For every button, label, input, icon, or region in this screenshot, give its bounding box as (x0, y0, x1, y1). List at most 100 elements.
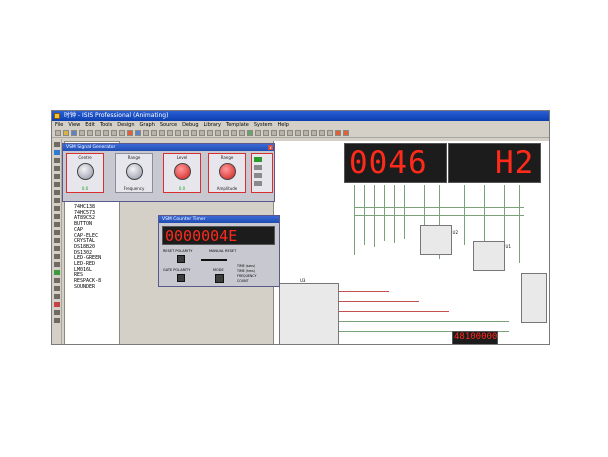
waveform-triangle-icon[interactable] (254, 173, 262, 178)
new-sheet-icon[interactable] (303, 130, 309, 136)
menu-debug[interactable]: Debug (182, 121, 198, 129)
list-item[interactable]: SOUNDER (74, 284, 101, 291)
waveform-sawtooth-icon[interactable] (254, 165, 262, 170)
grid-icon[interactable] (119, 130, 125, 136)
mode-button[interactable] (215, 274, 224, 283)
print-icon[interactable] (95, 130, 101, 136)
cut-icon[interactable] (191, 130, 197, 136)
menu-system[interactable]: System (254, 121, 273, 129)
waveform-sine-icon[interactable] (254, 181, 262, 186)
waveform-square-icon[interactable] (254, 157, 262, 162)
exit-parent-icon[interactable] (319, 130, 325, 136)
redo-icon[interactable] (183, 130, 189, 136)
electrical-rule-check-icon[interactable] (335, 130, 341, 136)
menu-tools[interactable]: Tools (100, 121, 112, 129)
block-delete-icon[interactable] (239, 130, 245, 136)
device-pin-icon[interactable] (54, 206, 60, 211)
symbol-icon[interactable] (54, 310, 60, 315)
undo-icon[interactable] (175, 130, 181, 136)
component-mode-icon[interactable] (54, 150, 60, 155)
virtual-instrument-icon[interactable] (54, 254, 60, 259)
amplitude-range-knob[interactable] (219, 163, 236, 180)
area-icon[interactable] (103, 130, 109, 136)
mode-option[interactable]: TIME (secs) (237, 264, 255, 268)
wire-autorouter-icon[interactable] (279, 130, 285, 136)
import-icon[interactable] (79, 130, 85, 136)
marker-icon[interactable] (54, 318, 60, 323)
graph-icon[interactable] (54, 214, 60, 219)
arc-icon[interactable] (54, 286, 60, 291)
bill-of-materials-icon[interactable] (327, 130, 333, 136)
menu-library[interactable]: Library (204, 121, 221, 129)
export-icon[interactable] (87, 130, 93, 136)
menu-view[interactable]: View (68, 121, 80, 129)
gate-polarity-toggle[interactable] (177, 274, 185, 282)
current-probe-icon[interactable] (54, 246, 60, 251)
pan-icon[interactable] (135, 130, 141, 136)
property-tool-icon[interactable] (295, 130, 301, 136)
voltage-probe-icon[interactable] (54, 238, 60, 243)
paste-icon[interactable] (207, 130, 213, 136)
netlist-ares-icon[interactable] (343, 130, 349, 136)
mode-option[interactable]: TIME (hms) (237, 269, 255, 273)
counter-display: 0000004E (162, 226, 275, 245)
counter-timer-window[interactable]: VSM Counter Timer 0000004E RESET POLARIT… (158, 215, 280, 287)
path-icon[interactable] (54, 294, 60, 299)
generator-icon[interactable] (54, 230, 60, 235)
text-script-icon[interactable] (54, 174, 60, 179)
remove-sheet-icon[interactable] (311, 130, 317, 136)
menu-source[interactable]: Source (160, 121, 177, 129)
junction-icon[interactable] (54, 158, 60, 163)
amplitude-level-knob[interactable] (174, 163, 191, 180)
menu-file[interactable]: File (55, 121, 63, 129)
zoom-in-icon[interactable] (143, 130, 149, 136)
tape-recorder-icon[interactable] (54, 222, 60, 227)
origin-icon[interactable] (127, 130, 133, 136)
block-copy-icon[interactable] (215, 130, 221, 136)
search-icon[interactable] (287, 130, 293, 136)
zoom-out-icon[interactable] (151, 130, 157, 136)
frequency-range-knob[interactable] (126, 163, 143, 180)
block-move-icon[interactable] (223, 130, 229, 136)
refresh-icon[interactable] (111, 130, 117, 136)
terminal-icon[interactable] (54, 198, 60, 203)
chip-u1[interactable]: U1 (473, 241, 511, 271)
knob-caption: Level (176, 155, 188, 160)
new-file-icon[interactable] (55, 130, 61, 136)
mode-option[interactable]: FREQUENCY (237, 274, 256, 278)
box-icon[interactable] (54, 270, 60, 275)
schematic-canvas[interactable]: 0046 H2 U2 U1 U3 48100000 (273, 141, 549, 344)
chip-u2[interactable]: U2 (420, 225, 458, 255)
chip-right[interactable] (521, 273, 547, 323)
reset-polarity-toggle[interactable] (177, 255, 185, 263)
knob-panel-range: Range Frequency (115, 153, 153, 193)
menu-edit[interactable]: Edit (85, 121, 95, 129)
signal-generator-window[interactable]: VSM Signal Generator x Centre 0.0 Range … (62, 143, 275, 202)
text-icon[interactable] (54, 302, 60, 307)
line-icon[interactable] (54, 262, 60, 267)
mode-option[interactable]: COUNT (237, 279, 248, 283)
pick-device-icon[interactable] (247, 130, 253, 136)
package-icon[interactable] (263, 130, 269, 136)
chip-u3[interactable]: U3 (279, 278, 339, 344)
save-icon[interactable] (71, 130, 77, 136)
select-mode-icon[interactable] (54, 142, 60, 147)
close-icon[interactable]: x (268, 145, 273, 150)
zoom-all-icon[interactable] (159, 130, 165, 136)
zoom-area-icon[interactable] (167, 130, 173, 136)
menu-graph[interactable]: Graph (140, 121, 155, 129)
decompose-icon[interactable] (271, 130, 277, 136)
circle-icon[interactable] (54, 278, 60, 283)
menu-template[interactable]: Template (226, 121, 249, 129)
wire-label-icon[interactable] (54, 166, 60, 171)
menu-help[interactable]: Help (277, 121, 288, 129)
manual-reset-bar[interactable] (201, 259, 227, 261)
menu-design[interactable]: Design (117, 121, 134, 129)
open-file-icon[interactable] (63, 130, 69, 136)
copy-icon[interactable] (199, 130, 205, 136)
block-rotate-icon[interactable] (231, 130, 237, 136)
make-device-icon[interactable] (255, 130, 261, 136)
bus-icon[interactable] (54, 182, 60, 187)
subcircuit-icon[interactable] (54, 190, 60, 195)
frequency-centre-knob[interactable] (77, 163, 94, 180)
